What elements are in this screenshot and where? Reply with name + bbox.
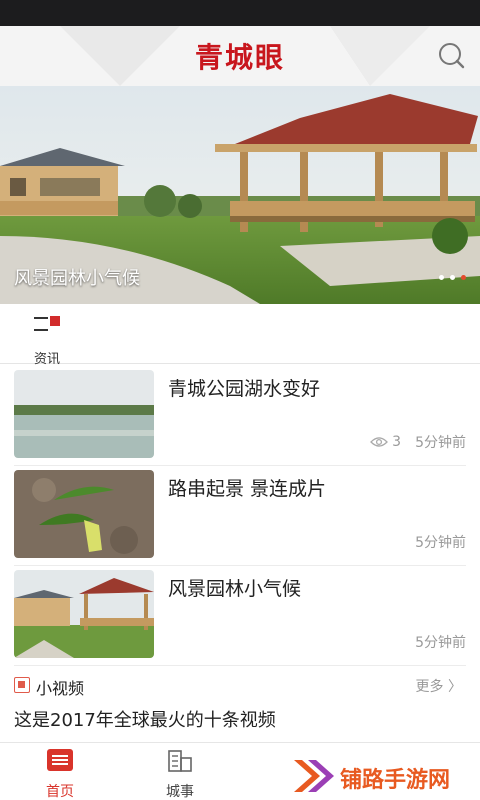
tab-label: 资讯 [34, 352, 61, 367]
status-bar [0, 0, 480, 26]
tab-news[interactable]: 资讯 [30, 312, 70, 367]
news-time: 5分钟前 [415, 535, 466, 551]
watermark-text: 铺路手游网 [340, 768, 451, 793]
news-title: 青城公园湖水变好 [168, 378, 321, 400]
nav-city[interactable]: 城事 [145, 747, 215, 800]
divider [14, 665, 466, 666]
search-icon[interactable] [436, 40, 466, 70]
app-title: 青城眼 [194, 41, 285, 74]
news-time: 5分钟前 [415, 435, 466, 451]
eye-icon [370, 437, 389, 447]
category-tab-bar: 资讯 [0, 304, 480, 367]
app-header: 青城眼 [0, 26, 480, 86]
carousel-indicator [439, 275, 466, 280]
news-title: 路串起景 景连成片 [168, 478, 327, 500]
nav-label: 首页 [46, 784, 74, 800]
banner-caption: 风景园林小气候 [14, 268, 140, 289]
view-count-value: 3 [392, 434, 402, 450]
news-item[interactable]: 青城公园湖水变好 3 5分钟前 [0, 366, 480, 466]
carousel-dot [439, 275, 444, 280]
news-item[interactable]: 风景园林小气候 5分钟前 [0, 566, 480, 666]
view-count: 3 [370, 434, 401, 450]
news-tab-icon [34, 316, 60, 331]
video-title[interactable]: 这是2017年全球最火的十条视频 [14, 706, 276, 732]
city-icon [168, 750, 192, 772]
watermark: 铺路手游网 [292, 754, 472, 798]
nav-home[interactable]: 首页 [25, 747, 95, 800]
short-video-label: 小视频 [36, 679, 85, 698]
news-title: 风景园林小气候 [168, 578, 302, 600]
news-thumbnail [14, 370, 154, 458]
short-video-header: 小视频 更多 〉 [0, 671, 480, 701]
news-meta: 3 5分钟前 [370, 432, 466, 452]
news-meta: 5分钟前 [415, 632, 466, 652]
carousel-dot [450, 275, 455, 280]
nav-label: 城事 [166, 784, 194, 800]
watermark-logo [294, 760, 334, 792]
carousel-dot-active [461, 275, 466, 280]
news-thumbnail [14, 470, 154, 558]
news-item[interactable]: 路串起景 景连成片 5分钟前 [0, 466, 480, 566]
more-link[interactable]: 更多 〉 [416, 676, 462, 696]
video-section-icon [14, 677, 30, 693]
news-thumbnail [14, 570, 154, 658]
news-time: 5分钟前 [415, 635, 466, 651]
news-meta: 5分钟前 [415, 532, 466, 552]
banner-carousel[interactable]: 风景园林小气候 [0, 86, 480, 304]
home-icon [47, 749, 73, 771]
